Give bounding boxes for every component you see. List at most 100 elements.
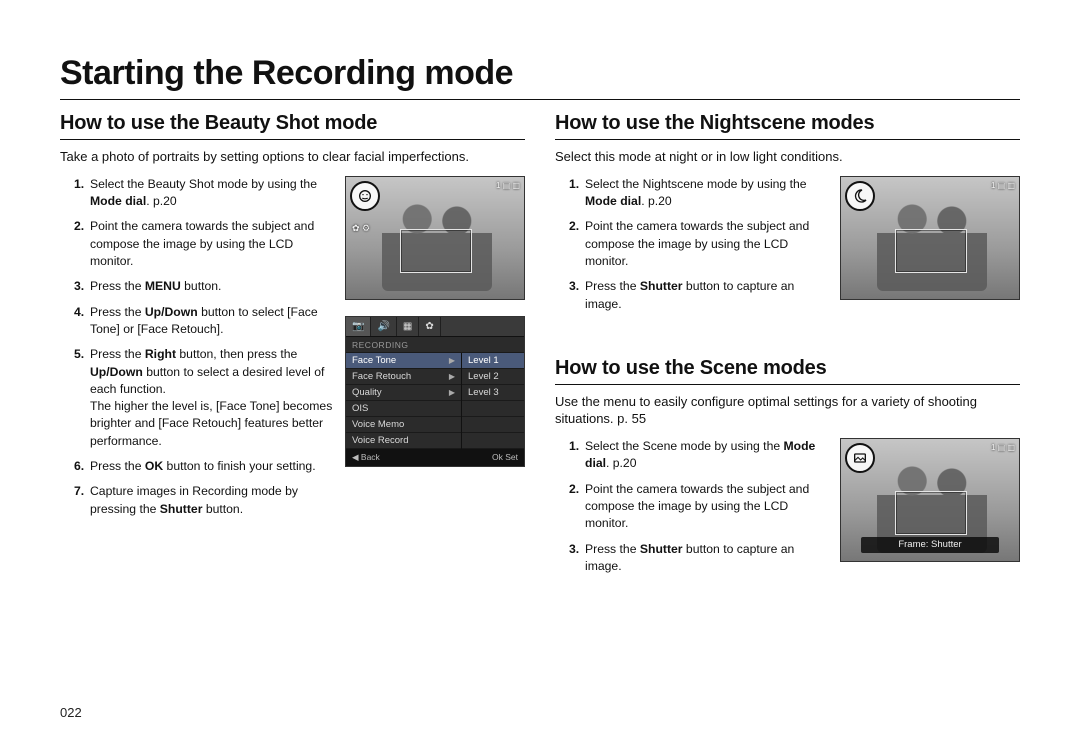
menu-heading: RECORDING — [346, 337, 524, 353]
face-icon — [357, 188, 373, 204]
menu-row-faceretouch: Face Retouch▶ — [346, 369, 461, 385]
menu-right-col: Level 1 Level 2 Level 3 — [462, 353, 524, 449]
night-screenshot: 1 ▤ ▥ — [840, 176, 1020, 300]
right-column: How to use the Nightscene modes Select t… — [555, 106, 1020, 605]
step-text: Point the camera towards the subject and… — [90, 219, 314, 268]
menu-row-level1: Level 1 — [462, 353, 524, 369]
bold: Up/Down — [90, 365, 143, 379]
beauty-intro: Take a photo of portraits by setting opt… — [60, 148, 525, 166]
step-num: 2. — [569, 218, 579, 235]
bold: Right — [145, 347, 176, 361]
step-text: Press the — [90, 279, 145, 293]
display-tab-icon: ▦ — [397, 317, 419, 336]
moon-icon — [852, 188, 868, 204]
step-7: 7. Capture images in Recording mode by p… — [74, 483, 335, 518]
af-frame-icon — [895, 229, 967, 273]
menu-row-voicememo: Voice Memo — [346, 417, 461, 433]
step-num: 1. — [569, 176, 579, 193]
chevron-right-icon: ▶ — [449, 388, 455, 397]
step-text: button. — [202, 502, 243, 516]
menu-row-quality: Quality▶ — [346, 385, 461, 401]
af-frame-icon — [400, 229, 472, 273]
step-text: button, then press the — [176, 347, 297, 361]
ok-hint: Ok Set — [492, 452, 518, 463]
night-heading: How to use the Nightscene modes — [555, 106, 1020, 140]
night-steps: 1. Select the Nightscene mode by using t… — [555, 176, 830, 321]
scene-intro: Use the menu to easily configure optimal… — [555, 393, 1020, 428]
step-3: 3. Press the MENU button. — [74, 278, 335, 295]
scene-steps: 1. Select the Scene mode by using the Mo… — [555, 438, 830, 583]
two-columns: How to use the Beauty Shot mode Take a p… — [60, 106, 1020, 605]
left-column: How to use the Beauty Shot mode Take a p… — [60, 106, 525, 605]
bold: OK — [145, 459, 163, 473]
af-frame-icon — [895, 491, 967, 535]
step-text: Press the — [90, 305, 145, 319]
step-num: 7. — [74, 483, 84, 500]
scene-lcd-preview: 1 ▤ ▥ Frame: Shutter — [840, 438, 1020, 562]
step-num: 3. — [569, 278, 579, 295]
osd-top-right: 1 ▤ ▥ — [991, 181, 1015, 191]
bold: Mode dial — [90, 194, 146, 208]
scene-screenshot: 1 ▤ ▥ Frame: Shutter — [840, 438, 1020, 562]
camera-tab-icon: 📷 — [346, 317, 371, 336]
menu-row-level3: Level 3 — [462, 385, 524, 401]
step-text: . p.20 — [606, 456, 637, 470]
scene-heading: How to use the Scene modes — [555, 351, 1020, 385]
menu-footer: ◀ Back Ok Set — [346, 449, 524, 466]
step-text: button. — [181, 279, 222, 293]
step-text: Select the Scene mode by using the — [585, 439, 784, 453]
mode-ring-beauty-icon — [350, 181, 380, 211]
page-title: Starting the Recording mode — [60, 54, 1020, 100]
step-num: 4. — [74, 304, 84, 321]
bold: Shutter — [640, 542, 683, 556]
night-body: 1. Select the Nightscene mode by using t… — [555, 176, 1020, 321]
beauty-body: 1. Select the Beauty Shot mode by using … — [60, 176, 525, 527]
menu-rows: Face Tone▶ Face Retouch▶ Quality▶ OIS Vo… — [346, 353, 524, 449]
step-1: 1. Select the Scene mode by using the Mo… — [569, 438, 830, 473]
osd-left: ✿ ⚙ — [352, 223, 370, 234]
beauty-lcd-preview: 1 ▤ ▥ ✿ ⚙ — [345, 176, 525, 300]
menu-row-empty — [462, 433, 524, 449]
scene-body: 1. Select the Scene mode by using the Mo… — [555, 438, 1020, 583]
mode-ring-night-icon — [845, 181, 875, 211]
step-text: Press the — [90, 347, 145, 361]
menu-row-empty — [462, 417, 524, 433]
step-text: button to finish your setting. — [163, 459, 315, 473]
step-3: 3. Press the Shutter button to capture a… — [569, 278, 830, 313]
step-5: 5. Press the Right button, then press th… — [74, 346, 335, 450]
page-number: 022 — [60, 705, 82, 720]
bold: Up/Down — [145, 305, 198, 319]
frame-caption: Frame: Shutter — [861, 537, 999, 553]
osd-top-right: 1 ▤ ▥ — [496, 181, 520, 191]
beauty-menu-screenshot: 📷 🔊 ▦ ✿ RECORDING Face Tone▶ Face Retouc… — [345, 316, 525, 467]
step-4: 4. Press the Up/Down button to select [F… — [74, 304, 335, 339]
beauty-steps: 1. Select the Beauty Shot mode by using … — [60, 176, 335, 527]
step-num: 3. — [569, 541, 579, 558]
step-2: 2. Point the camera towards the subject … — [569, 481, 830, 533]
sound-tab-icon: 🔊 — [371, 317, 396, 336]
nightscene-section: How to use the Nightscene modes Select t… — [555, 106, 1020, 321]
night-intro: Select this mode at night or in low ligh… — [555, 148, 1020, 166]
step-text: . p.20 — [641, 194, 672, 208]
menu-left-col: Face Tone▶ Face Retouch▶ Quality▶ OIS Vo… — [346, 353, 462, 449]
menu-row-level2: Level 2 — [462, 369, 524, 385]
step-2: 2. Point the camera towards the subject … — [569, 218, 830, 270]
chevron-right-icon: ▶ — [449, 356, 455, 365]
step-3: 3. Press the Shutter button to capture a… — [569, 541, 830, 576]
scene-section: How to use the Scene modes Use the menu … — [555, 351, 1020, 583]
step-text: . p.20 — [146, 194, 177, 208]
settings-tab-icon: ✿ — [419, 317, 440, 336]
step-num: 1. — [569, 438, 579, 455]
step-extra: The higher the level is, [Face Tone] bec… — [90, 399, 332, 448]
menu-row-empty — [462, 401, 524, 417]
bold: Mode dial — [585, 194, 641, 208]
step-num: 3. — [74, 278, 84, 295]
step-num: 2. — [569, 481, 579, 498]
bold: Shutter — [160, 502, 203, 516]
back-hint: ◀ Back — [352, 452, 380, 463]
menu-tabs: 📷 🔊 ▦ ✿ — [346, 317, 524, 337]
beauty-shot-section: How to use the Beauty Shot mode Take a p… — [60, 106, 525, 526]
bold: Shutter — [640, 279, 683, 293]
night-lcd-preview: 1 ▤ ▥ — [840, 176, 1020, 300]
step-1: 1. Select the Nightscene mode by using t… — [569, 176, 830, 211]
